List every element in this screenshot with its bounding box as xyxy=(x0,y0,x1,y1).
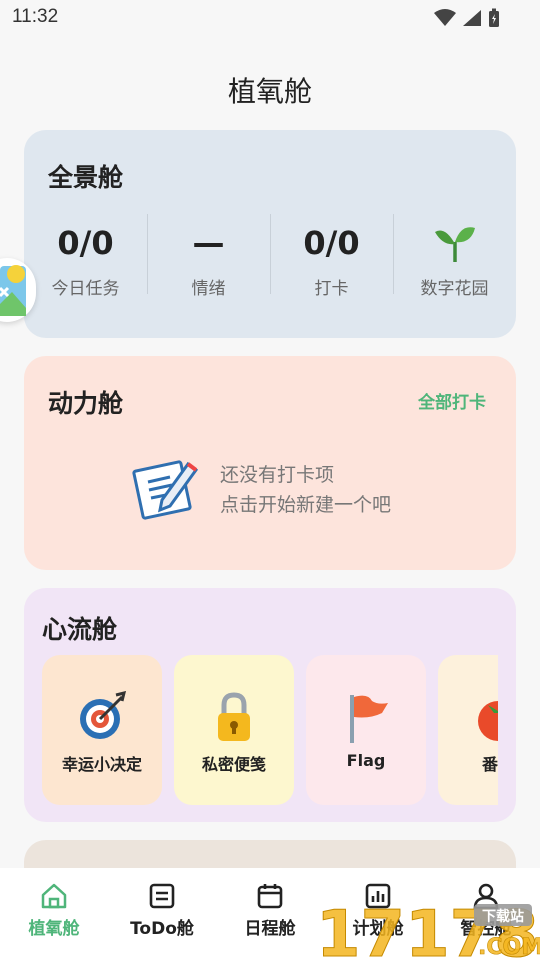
stat-value: — xyxy=(192,224,225,262)
nav-label: ToDo舱 xyxy=(130,919,194,939)
floating-image-button[interactable] xyxy=(0,258,36,322)
tile-private-note[interactable]: 私密便笺 xyxy=(174,655,294,805)
site-watermark: 17178 下载站 .COM xyxy=(316,898,540,960)
power-card: 动力舱 全部打卡 还没有打卡项 点击开始新建一个吧 xyxy=(24,356,516,570)
nav-label: 日程舱 xyxy=(244,919,296,939)
tile-flag[interactable]: Flag xyxy=(306,655,426,805)
signal-icon xyxy=(463,10,481,26)
stat-tasks[interactable]: 0/0 今日任务 xyxy=(24,214,147,299)
stat-label: 打卡 xyxy=(314,279,349,299)
flow-card: 心流舱 幸运小决定 私密便笺 Flag 番 xyxy=(24,588,516,822)
overview-card[interactable]: 全景舱 0/0 今日任务 — 情绪 0/0 打卡 数字花园 xyxy=(24,130,516,338)
target-icon xyxy=(78,690,127,743)
stat-mood[interactable]: — 情绪 xyxy=(147,214,270,299)
check-all-button[interactable]: 全部打卡 xyxy=(418,388,486,413)
stat-label: 今日任务 xyxy=(51,279,120,299)
status-time: 11:32 xyxy=(12,6,59,27)
nav-item-home[interactable]: 植氧舱 xyxy=(0,868,108,960)
status-icons xyxy=(434,8,500,28)
sprout-icon xyxy=(393,214,516,262)
tile-label: Flag xyxy=(346,751,386,770)
tile-tomato[interactable]: 番茄 xyxy=(438,655,498,805)
page-title: 植氧舱 xyxy=(227,75,312,108)
empty-line-1: 还没有打卡项 xyxy=(220,464,335,486)
tile-label: 私密便笺 xyxy=(201,755,266,774)
nav-item-todo[interactable]: ToDo舱 xyxy=(108,868,216,960)
empty-state-text: 还没有打卡项 点击开始新建一个吧 xyxy=(220,460,391,520)
stat-value: 0/0 xyxy=(57,224,114,262)
note-pencil-icon xyxy=(132,456,199,524)
wifi-icon xyxy=(434,9,456,26)
nav-label: 植氧舱 xyxy=(28,919,80,939)
overview-title: 全景舱 xyxy=(48,163,124,192)
calendar-icon xyxy=(257,884,283,909)
watermark-suffix: .COM xyxy=(478,935,540,960)
battery-icon xyxy=(489,8,499,27)
stat-label: 数字花园 xyxy=(420,279,489,299)
todo-icon xyxy=(149,883,175,909)
tile-label: 番茄 xyxy=(481,755,498,774)
watermark-badge: 下载站 xyxy=(482,908,524,925)
stat-garden[interactable]: 数字花园 xyxy=(393,214,516,299)
status-bar: 11:32 xyxy=(0,0,540,36)
overview-stats: 0/0 今日任务 — 情绪 0/0 打卡 数字花园 xyxy=(24,214,516,299)
power-title: 动力舱 xyxy=(48,389,124,418)
stat-value: 0/0 xyxy=(303,224,360,262)
empty-line-2: 点击开始新建一个吧 xyxy=(220,494,392,516)
flow-tiles[interactable]: 幸运小决定 私密便笺 Flag 番 xyxy=(42,655,498,805)
tile-label: 幸运小决定 xyxy=(61,755,142,774)
tile-lucky-decision[interactable]: 幸运小决定 xyxy=(42,655,162,805)
flow-title: 心流舱 xyxy=(42,615,118,644)
image-icon xyxy=(0,265,26,316)
stat-checkin[interactable]: 0/0 打卡 xyxy=(270,214,393,299)
stat-label: 情绪 xyxy=(191,279,226,299)
flag-icon xyxy=(342,691,390,743)
nav-item-schedule[interactable]: 日程舱 xyxy=(216,868,324,960)
lock-icon xyxy=(210,691,258,743)
tomato-icon xyxy=(474,691,498,743)
home-icon xyxy=(41,883,67,909)
